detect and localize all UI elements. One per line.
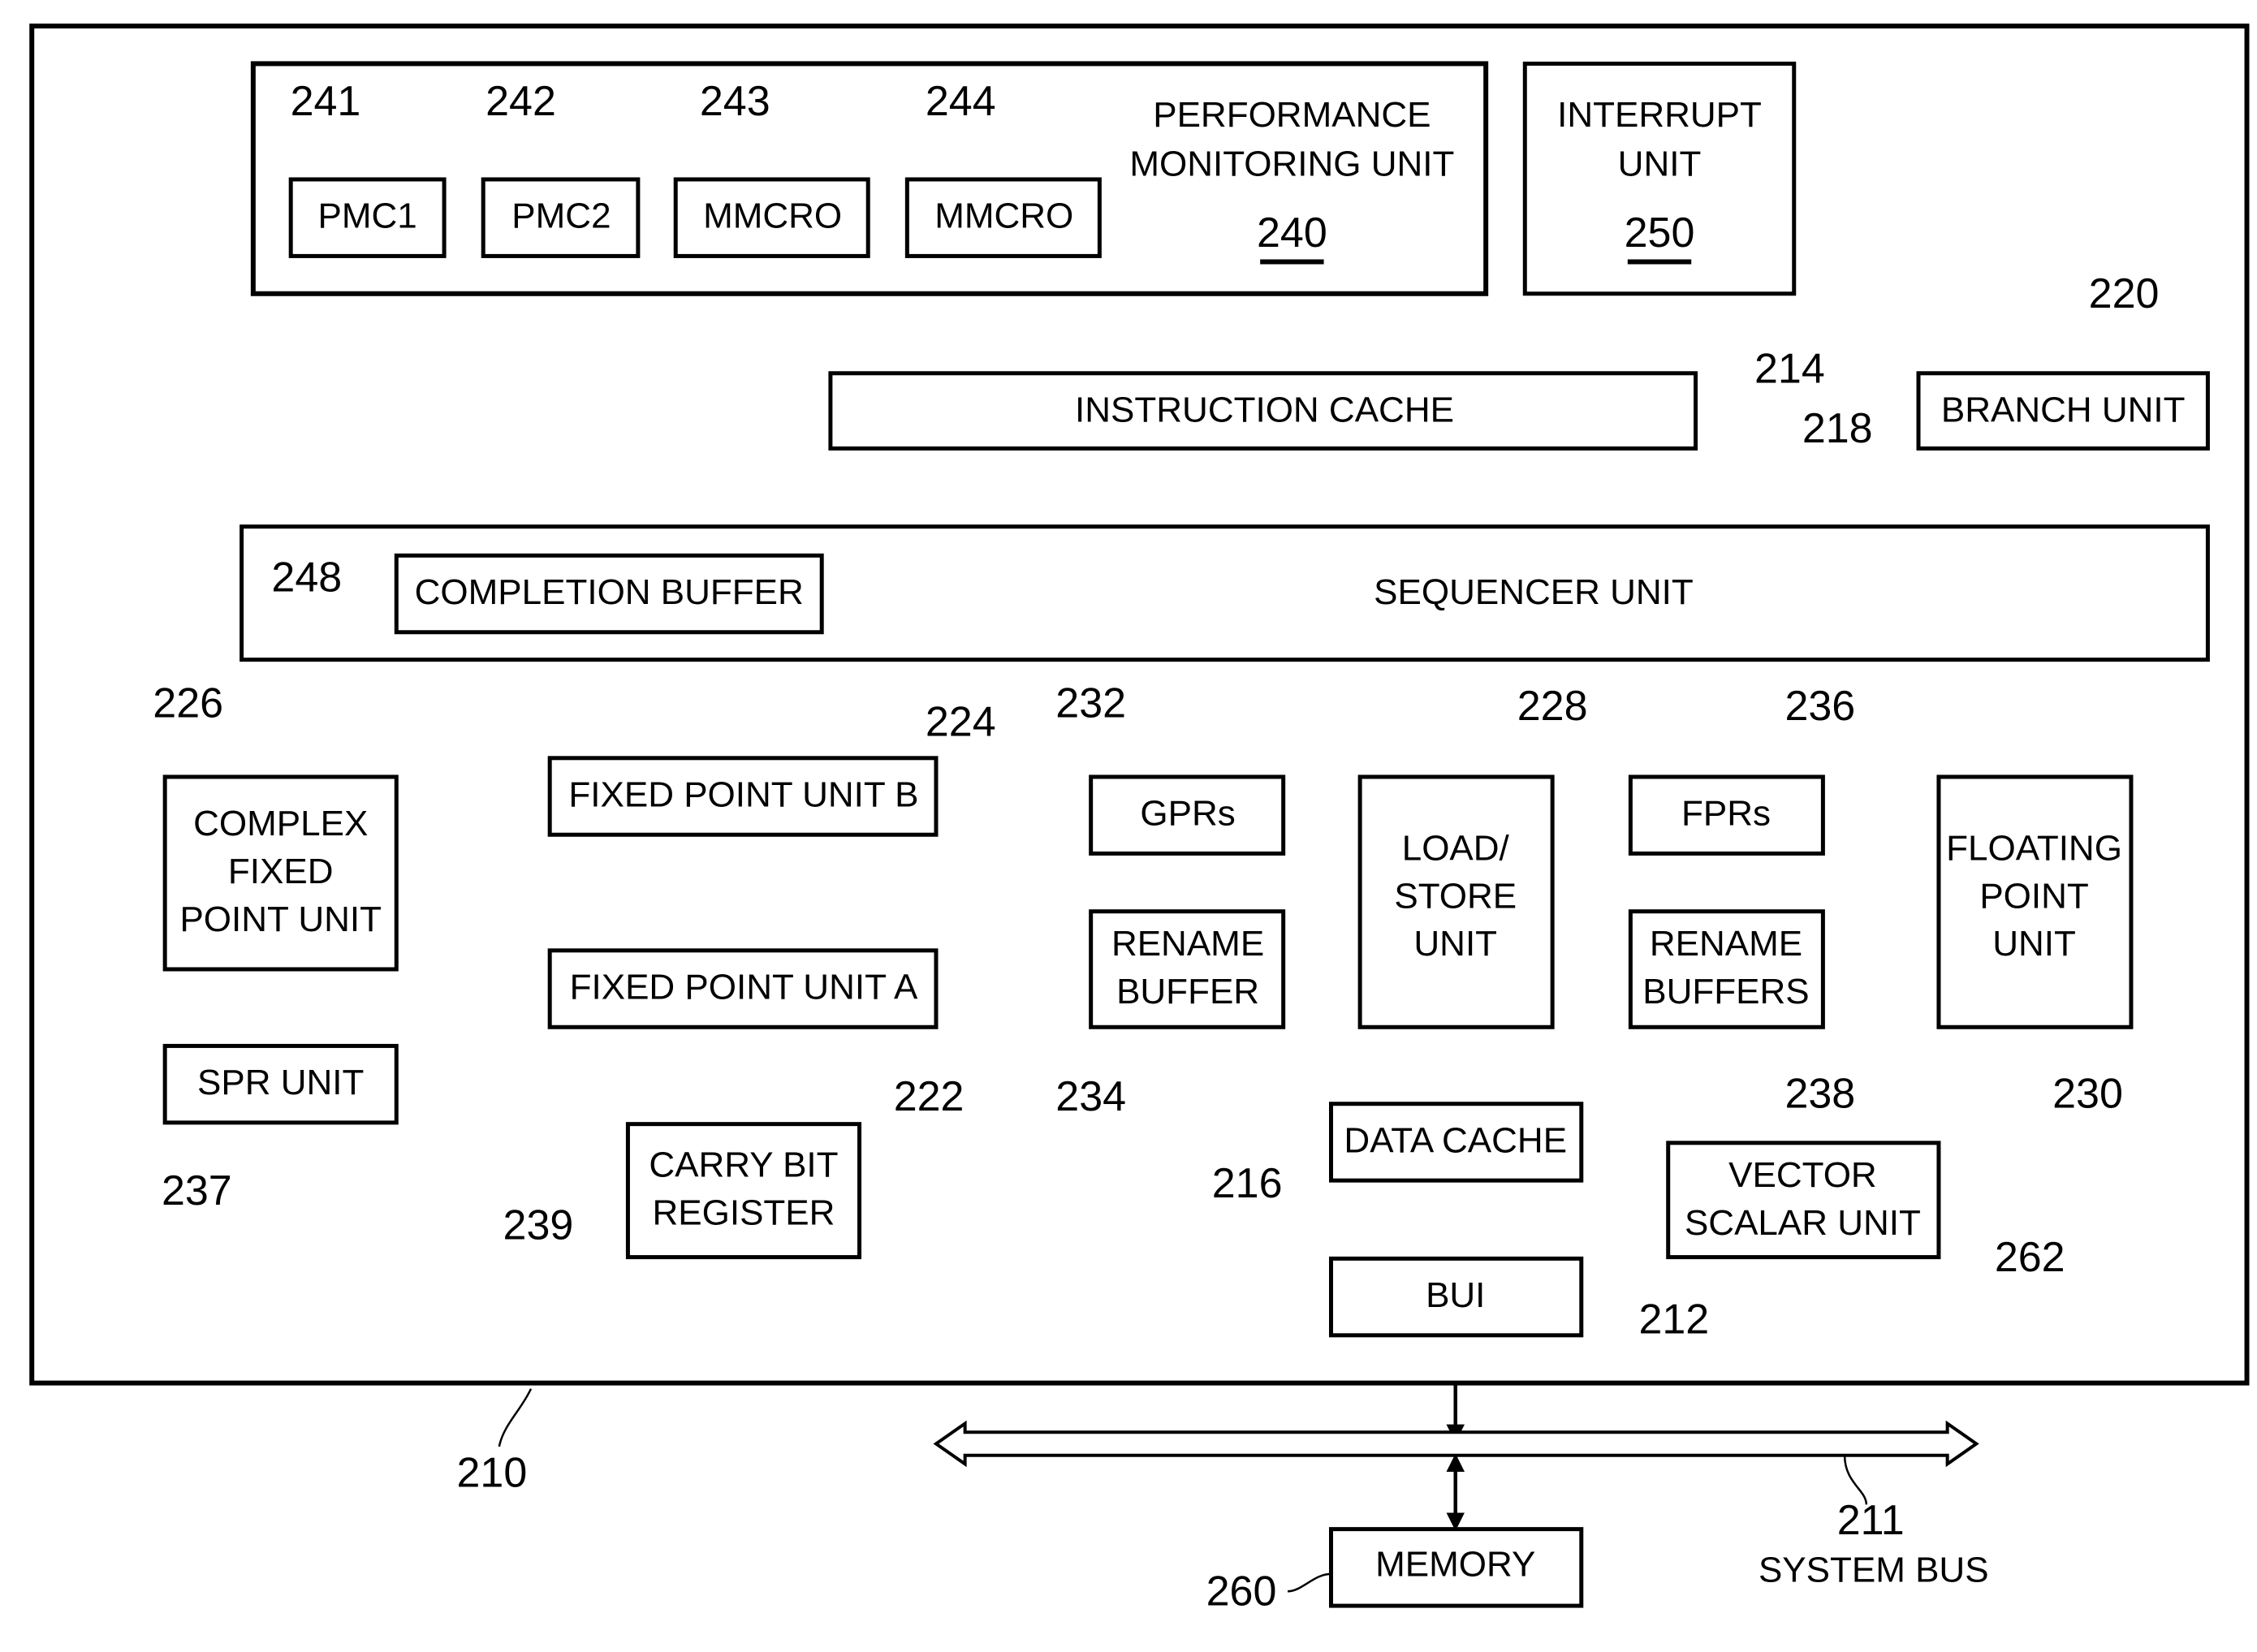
interrupt-title-line1: INTERRUPT (1557, 95, 1762, 135)
ref-238: 238 (1784, 1071, 1855, 1118)
ref-211: 211 (1837, 1497, 1905, 1544)
mmcr-244-label: MMCRO (934, 196, 1073, 236)
gpr-rename-label-line2: BUFFER (1116, 972, 1259, 1011)
leader-260 (1287, 1572, 1331, 1593)
ref-210: 210 (457, 1449, 528, 1496)
ref-242: 242 (485, 78, 556, 125)
fprs-label: FPRs (1681, 794, 1771, 834)
data-cache-label: DATA CACHE (1344, 1120, 1567, 1160)
fpr-rename-label-line1: RENAME (1650, 924, 1802, 964)
ref-226: 226 (153, 679, 223, 727)
ref-241: 241 (291, 78, 361, 125)
instruction-cache-label: INSTRUCTION CACHE (1075, 390, 1454, 430)
ref-234: 234 (1055, 1073, 1126, 1120)
ref-243: 243 (700, 78, 770, 125)
leader-210 (498, 1388, 533, 1447)
ref-220: 220 (2089, 270, 2160, 317)
pmu-title-line1: PERFORMANCE (1153, 95, 1431, 135)
lsu-label-line3: UNIT (1413, 924, 1497, 964)
gprs-label: GPRs (1140, 794, 1235, 834)
ref-237: 237 (162, 1167, 232, 1214)
ref-224: 224 (926, 699, 996, 746)
ref-228: 228 (1517, 683, 1588, 730)
fpu-label-line2: POINT (1979, 876, 2088, 916)
spr-unit-label: SPR UNIT (197, 1063, 364, 1102)
fxua-label: FIXED POINT UNIT A (570, 968, 918, 1007)
ref-222: 222 (894, 1073, 965, 1120)
ref-244: 244 (926, 78, 996, 125)
ref-240: 240 (1257, 209, 1327, 257)
bui-label: BUI (1426, 1275, 1485, 1315)
vsu-label-line1: VECTOR (1728, 1155, 1877, 1195)
processor-block-diagram: 241 242 243 244 PMC1 PMC2 MMCRO MMCRO PERFORMANC… (29, 24, 2250, 1615)
cfxu-label-line2: FIXED (228, 852, 334, 891)
ref-216: 216 (1212, 1160, 1283, 1207)
fpu-label-line3: UNIT (1992, 924, 2076, 964)
cfxu-label-line3: POINT UNIT (179, 899, 382, 939)
lsu-label-line2: STORE (1394, 876, 1517, 916)
ref-250: 250 (1625, 209, 1695, 257)
mmcr-243-label: MMCRO (703, 196, 842, 236)
carry-label-line1: CARRY BIT (649, 1145, 838, 1185)
carry-bit-register (625, 1122, 862, 1260)
sequencer-unit-label: SEQUENCER UNIT (1374, 572, 1694, 612)
ref-230: 230 (2052, 1071, 2123, 1118)
gpr-rename-label-line1: RENAME (1111, 924, 1264, 964)
memory-label: MEMORY (1375, 1545, 1535, 1585)
branch-unit-label: BRANCH UNIT (1941, 390, 2186, 430)
ref-214: 214 (1754, 346, 1825, 393)
ref-232: 232 (1055, 679, 1126, 727)
completion-buffer-label: COMPLETION BUFFER (415, 572, 804, 612)
carry-label-line2: REGISTER (653, 1193, 835, 1233)
ref-212: 212 (1638, 1296, 1709, 1344)
fpu-label-line1: FLOATING (1946, 828, 2122, 868)
fxub-label: FIXED POINT UNIT B (568, 775, 918, 815)
ref-236: 236 (1784, 683, 1855, 730)
cfxu-label-line1: COMPLEX (193, 804, 368, 843)
fpr-rename-label-line2: BUFFERS (1642, 972, 1809, 1011)
ref-248: 248 (271, 554, 342, 601)
ref-260: 260 (1206, 1568, 1277, 1615)
pmu-title-line2: MONITORING UNIT (1129, 144, 1454, 184)
ref-239: 239 (503, 1202, 574, 1249)
pmc1-label: PMC1 (318, 196, 417, 236)
lsu-label-line1: LOAD/ (1402, 828, 1510, 868)
ref-218: 218 (1802, 405, 1873, 452)
pmc2-label: PMC2 (511, 196, 611, 236)
interrupt-title-line2: UNIT (1618, 144, 1702, 184)
vsu-label-line2: SCALAR UNIT (1685, 1203, 1921, 1243)
system-bus-label: SYSTEM BUS (1759, 1551, 1989, 1590)
ref-262: 262 (1995, 1234, 2065, 1281)
